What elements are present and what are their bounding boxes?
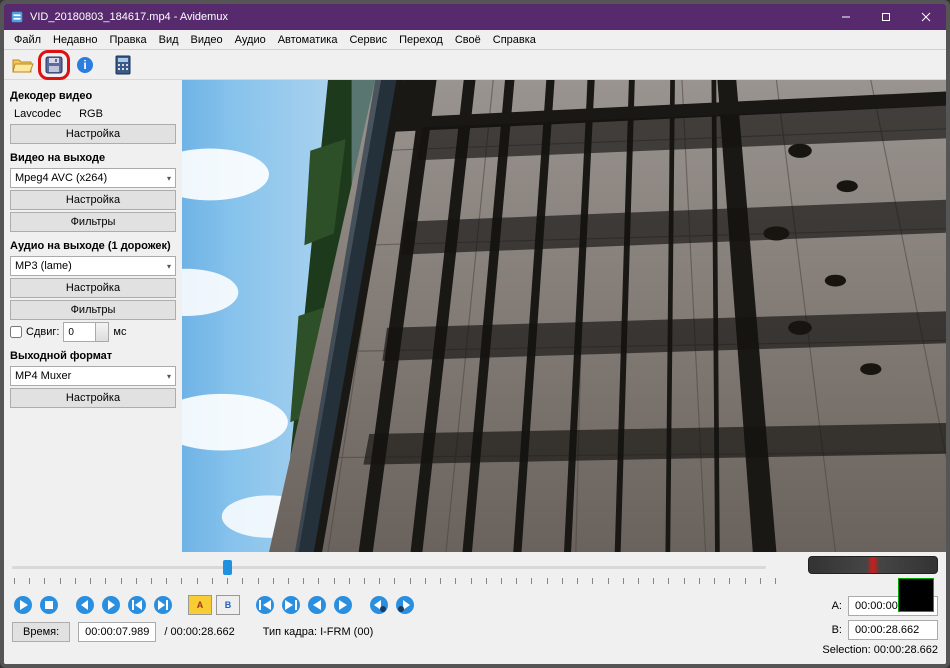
menu-view[interactable]: Вид — [153, 34, 185, 46]
audio-settings-button[interactable]: Настройка — [10, 278, 176, 298]
audio-out-header: Аудио на выходе (1 дорожек) — [10, 240, 176, 252]
app-icon — [10, 10, 24, 24]
save-button[interactable] — [41, 53, 67, 77]
goto-marker-a-button[interactable] — [306, 594, 328, 616]
marker-b-label: B: — [832, 624, 842, 636]
selection-text: Selection: 00:00:28.662 — [822, 644, 938, 656]
save-highlight — [38, 50, 70, 80]
next-black-button[interactable] — [394, 594, 416, 616]
audio-filters-button[interactable]: Фильтры — [10, 300, 176, 320]
output-format-header: Выходной формат — [10, 350, 176, 362]
stop-button[interactable] — [38, 594, 60, 616]
decoder-header: Декодер видео — [10, 90, 176, 102]
time-label: Время: — [12, 622, 70, 642]
video-settings-button[interactable]: Настройка — [10, 190, 176, 210]
prev-black-button[interactable] — [368, 594, 390, 616]
shift-label: Сдвиг: — [26, 326, 59, 338]
content-area: Декодер видео Lavcodec RGB Настройка Вид… — [4, 80, 946, 552]
video-preview — [182, 80, 946, 552]
decoder-rgb: RGB — [79, 108, 103, 120]
timeline-slider[interactable] — [12, 556, 778, 578]
menubar: Файл Недавно Правка Вид Видео Аудио Авто… — [4, 30, 946, 50]
titlebar: VID_20180803_184617.mp4 - Avidemux — [4, 4, 946, 30]
shift-unit: мс — [113, 326, 126, 338]
playback-controls: A B — [12, 594, 778, 616]
video-frame — [182, 80, 946, 552]
close-button[interactable] — [906, 4, 946, 30]
menu-edit[interactable]: Правка — [103, 34, 152, 46]
marker-b-field[interactable]: 00:00:28.662 — [848, 620, 938, 640]
decoder-settings-button[interactable]: Настройка — [10, 124, 176, 144]
shift-value-input[interactable]: 0 — [63, 322, 109, 342]
next-keyframe-button[interactable] — [152, 594, 174, 616]
maximize-button[interactable] — [866, 4, 906, 30]
vu-meter — [898, 578, 934, 612]
menu-recent[interactable]: Недавно — [47, 34, 103, 46]
goto-marker-b-button[interactable] — [332, 594, 354, 616]
timeline-ticks — [14, 578, 776, 590]
calculator-button[interactable] — [110, 53, 136, 77]
menu-help[interactable]: Справка — [487, 34, 542, 46]
output-settings-button[interactable]: Настройка — [10, 388, 176, 408]
audio-codec-select[interactable]: MP3 (lame) — [10, 256, 176, 276]
set-marker-b-button[interactable]: B — [216, 595, 240, 615]
video-codec-select[interactable]: Mpeg4 AVC (x264) — [10, 168, 176, 188]
app-window: VID_20180803_184617.mp4 - Avidemux Файл … — [0, 0, 950, 668]
prev-keyframe-button[interactable] — [126, 594, 148, 616]
minimize-button[interactable] — [826, 4, 866, 30]
svg-text:i: i — [83, 58, 86, 72]
video-out-header: Видео на выходе — [10, 152, 176, 164]
shift-checkbox[interactable] — [10, 326, 22, 338]
time-field[interactable]: 00:00:07.989 — [78, 622, 156, 642]
decoder-lavcodec: Lavcodec — [14, 108, 61, 120]
menu-auto[interactable]: Автоматика — [272, 34, 344, 46]
play-button[interactable] — [12, 594, 34, 616]
menu-go[interactable]: Переход — [393, 34, 449, 46]
nav-wheel[interactable] — [808, 556, 938, 574]
goto-start-button[interactable] — [254, 594, 276, 616]
menu-audio[interactable]: Аудио — [229, 34, 272, 46]
toolbar: i — [4, 50, 946, 80]
video-filters-button[interactable]: Фильтры — [10, 212, 176, 232]
menu-tools[interactable]: Сервис — [343, 34, 393, 46]
menu-video[interactable]: Видео — [185, 34, 229, 46]
goto-end-button[interactable] — [280, 594, 302, 616]
sidebar: Декодер видео Lavcodec RGB Настройка Вид… — [4, 80, 182, 552]
open-button[interactable] — [10, 53, 36, 77]
menu-file[interactable]: Файл — [8, 34, 47, 46]
set-marker-a-button[interactable]: A — [188, 595, 212, 615]
prev-frame-button[interactable] — [74, 594, 96, 616]
menu-custom[interactable]: Своё — [449, 34, 487, 46]
output-format-select[interactable]: MP4 Muxer — [10, 366, 176, 386]
bottom-panel: A B Время: 00:00:07.989 / 00:00:28.662 Т… — [4, 552, 946, 664]
frame-type-text: Тип кадра: I-FRM (00) — [263, 626, 374, 638]
next-frame-button[interactable] — [100, 594, 122, 616]
window-title: VID_20180803_184617.mp4 - Avidemux — [30, 11, 228, 23]
timeline-thumb[interactable] — [223, 560, 232, 575]
info-button[interactable]: i — [72, 53, 98, 77]
marker-a-label: A: — [832, 600, 842, 612]
duration-text: / 00:00:28.662 — [164, 626, 234, 638]
